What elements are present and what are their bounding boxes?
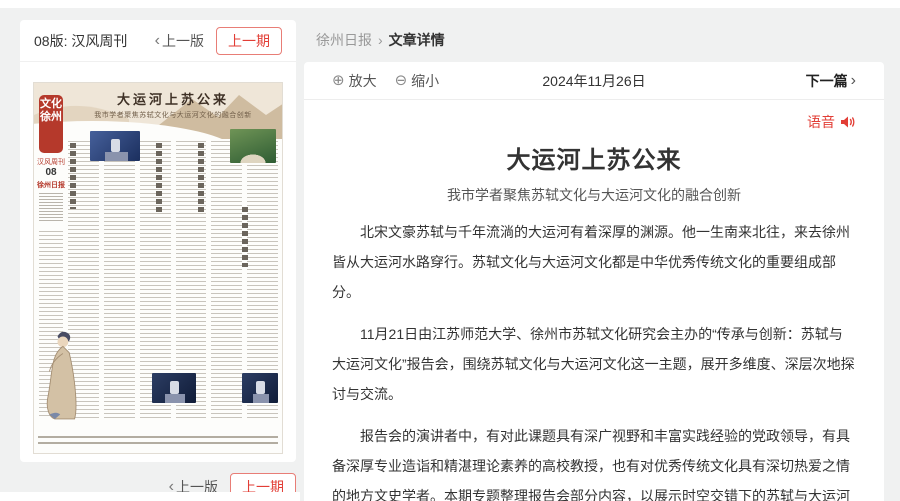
edition-card: 08版: 汉风周刊 ‹ 上一版 上一期 bbox=[20, 20, 296, 462]
next-article-label: 下一篇 bbox=[806, 71, 848, 91]
speaker-figure bbox=[111, 139, 120, 152]
speaker-icon bbox=[840, 115, 856, 129]
voice-button[interactable]: 语音 bbox=[807, 112, 856, 132]
newspaper-masthead-meta bbox=[39, 193, 63, 223]
edition-card-header: 08版: 汉风周刊 ‹ 上一版 上一期 bbox=[20, 20, 296, 62]
epaper-reader: 08版: 汉风周刊 ‹ 上一版 上一期 bbox=[0, 8, 900, 501]
article-text: 北宋文豪苏轼与千年流淌的大运河有着深厚的渊源。他一生南来北往，来去徐州皆从大运河… bbox=[332, 217, 856, 501]
article-paragraph: 报告会的演讲者中，有对此课题具有深广视野和丰富实践经验的党政领导，有具备深厚专业… bbox=[332, 421, 856, 501]
next-article-link[interactable]: 下一篇 › bbox=[806, 71, 856, 91]
newspaper-page-number: 08 bbox=[34, 167, 68, 178]
zoom-out-button[interactable]: ⊖ 缩小 bbox=[395, 71, 440, 91]
article-title: 大运河上苏公来 bbox=[332, 140, 856, 175]
speaker-figure bbox=[170, 381, 179, 394]
chevron-left-icon: ‹ bbox=[155, 33, 160, 49]
chevron-right-icon: › bbox=[851, 73, 856, 89]
column-headline-bar bbox=[242, 207, 248, 267]
column-headline-bar bbox=[156, 143, 162, 213]
newspaper-headline: 大运河上苏公来 bbox=[68, 89, 278, 108]
column-headline-bar bbox=[70, 143, 76, 209]
article-date: 2024年11月26日 bbox=[542, 71, 645, 91]
article-body: 语音 大运河上苏公来 我市学者聚焦苏轼文化与大运河文化的融合创新 北宋文豪苏轼与… bbox=[304, 100, 884, 501]
toolbar-left: ⊕ 放大 ⊖ 缩小 bbox=[332, 71, 542, 91]
bottom-strip bbox=[0, 492, 300, 501]
podium-shape bbox=[253, 394, 269, 403]
top-strip bbox=[0, 0, 900, 8]
right-panel: 徐州日报 › 文章详情 ⊕ 放大 ⊖ 缩小 2024年11月26日 bbox=[296, 20, 900, 501]
voice-label: 语音 bbox=[807, 112, 835, 132]
newspaper-subhead: 我市学者聚焦苏轼文化与大运河文化的融合创新 bbox=[68, 110, 278, 120]
zoom-out-icon: ⊖ bbox=[395, 73, 408, 88]
left-panel: 08版: 汉风周刊 ‹ 上一版 上一期 bbox=[0, 20, 296, 501]
article-toolbar: ⊕ 放大 ⊖ 缩小 2024年11月26日 下一篇 › bbox=[304, 62, 884, 100]
breadcrumb-separator-icon: › bbox=[378, 32, 383, 48]
newspaper-footer-line bbox=[38, 436, 278, 448]
podium-shape bbox=[105, 152, 128, 161]
speaker-figure bbox=[256, 381, 265, 394]
zoom-out-label: 缩小 bbox=[411, 71, 439, 91]
newspaper-page-thumbnail[interactable]: 文化徐州 汉风周刊 08 徐州日报 大运河上苏公来 我市学者聚焦苏轼文化与大运河… bbox=[33, 82, 283, 454]
breadcrumb: 徐州日报 › 文章详情 bbox=[304, 20, 884, 62]
newspaper-name: 徐州日报 bbox=[34, 180, 68, 190]
column-headline-bar bbox=[198, 143, 204, 213]
prev-edition-label: 上一版 bbox=[162, 31, 204, 51]
speaker-photo bbox=[152, 373, 196, 403]
text-column bbox=[104, 141, 135, 419]
edition-label: 08版: 汉风周刊 bbox=[34, 31, 127, 51]
speaker-photo bbox=[242, 373, 278, 403]
prev-issue-button[interactable]: 上一期 bbox=[216, 27, 282, 55]
su-shi-illustration bbox=[36, 323, 88, 428]
zoom-in-button[interactable]: ⊕ 放大 bbox=[332, 71, 377, 91]
article-subtitle: 我市学者聚焦苏轼文化与大运河文化的融合创新 bbox=[332, 185, 856, 205]
article-paragraph: 11月21日由江苏师范大学、徐州市苏轼文化研究会主办的“传承与创新：苏轼与大运河… bbox=[332, 319, 856, 409]
newspaper-weekly-label: 汉风周刊 bbox=[34, 157, 68, 167]
podium-shape bbox=[165, 394, 185, 403]
speaker-photo bbox=[90, 131, 140, 161]
voice-row: 语音 bbox=[332, 112, 856, 132]
text-column bbox=[211, 141, 242, 419]
thumbnail-wrapper: 文化徐州 汉风周刊 08 徐州日报 大运河上苏公来 我市学者聚焦苏轼文化与大运河… bbox=[20, 62, 296, 462]
breadcrumb-current: 文章详情 bbox=[389, 32, 445, 48]
zoom-in-icon: ⊕ bbox=[332, 73, 345, 88]
prev-edition-link[interactable]: ‹ 上一版 bbox=[155, 31, 204, 51]
breadcrumb-root[interactable]: 徐州日报 bbox=[316, 32, 372, 48]
edition-nav-top: ‹ 上一版 上一期 bbox=[155, 27, 282, 55]
newspaper-culture-seal: 文化徐州 bbox=[39, 95, 63, 153]
bridge-photo bbox=[230, 129, 276, 163]
article-card: ⊕ 放大 ⊖ 缩小 2024年11月26日 下一篇 › bbox=[304, 62, 884, 501]
toolbar-right: 下一篇 › bbox=[646, 71, 856, 91]
article-paragraph: 北宋文豪苏轼与千年流淌的大运河有着深厚的渊源。他一生南来北往，来去徐州皆从大运河… bbox=[332, 217, 856, 307]
zoom-in-label: 放大 bbox=[349, 71, 377, 91]
